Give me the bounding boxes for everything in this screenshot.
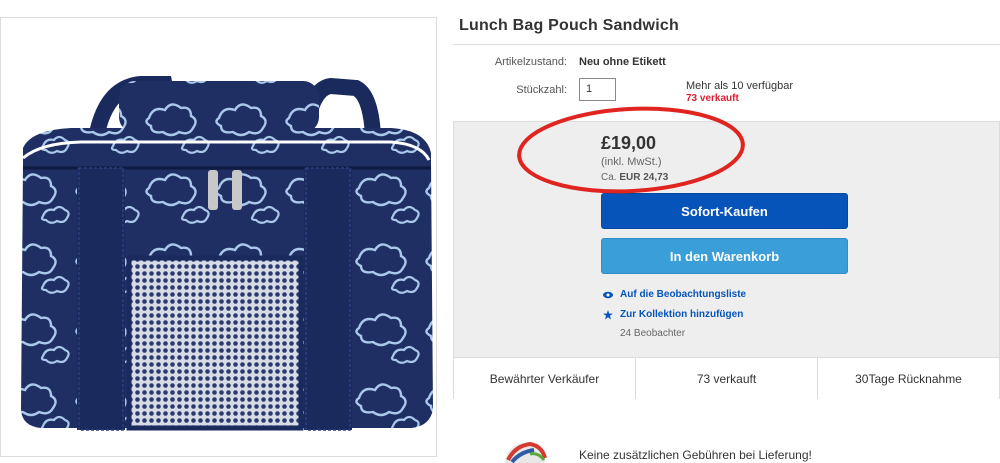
buy-now-button[interactable]: Sofort-Kaufen xyxy=(601,193,848,229)
quantity-label: Stückzahl: xyxy=(516,84,567,96)
star-icon xyxy=(603,309,613,319)
product-title: Lunch Bag Pouch Sandwich xyxy=(459,17,679,34)
collection-link[interactable]: Zur Kollektion hinzufügen xyxy=(603,309,743,320)
condition-value: Neu ohne Etikett xyxy=(579,56,666,68)
info-bar: Bewährter Verkäufer 73 verkauft 30Tage R… xyxy=(454,357,999,399)
converted-prefix: Ca. xyxy=(601,172,617,183)
condition-label: Artikelzustand: xyxy=(494,56,567,68)
watchlist-label: Auf die Beobachtungsliste xyxy=(620,289,747,300)
info-returns[interactable]: 30Tage Rücknahme xyxy=(817,358,999,399)
converted-value: EUR 24,73 xyxy=(619,172,669,183)
watchers-count: 24 Beobachter xyxy=(620,328,686,339)
price: £19,00 xyxy=(601,133,657,153)
lunch-bag-image xyxy=(21,76,433,431)
watchlist-link[interactable]: Auf die Beobachtungsliste xyxy=(603,289,746,300)
vat-note: (inkl. MwSt.) xyxy=(601,156,662,168)
sold-count-link[interactable]: 73 verkauft xyxy=(686,93,739,104)
product-image[interactable] xyxy=(0,17,437,457)
quantity-input[interactable]: 1 xyxy=(579,78,616,101)
globe-icon xyxy=(505,441,547,463)
shipping-note: Keine zusätzlichen Gebühren bei Lieferun… xyxy=(579,448,812,462)
availability-text: Mehr als 10 verfügbar xyxy=(686,80,793,92)
info-seller[interactable]: Bewährter Verkäufer xyxy=(454,358,635,399)
collection-label: Zur Kollektion hinzufügen xyxy=(620,309,744,320)
converted-price: Ca. EUR 24,73 xyxy=(601,172,668,183)
eye-icon xyxy=(603,291,613,298)
add-to-cart-button[interactable]: In den Warenkorb xyxy=(601,238,848,274)
title-divider xyxy=(453,44,1000,45)
info-sold[interactable]: 73 verkauft xyxy=(635,358,817,399)
